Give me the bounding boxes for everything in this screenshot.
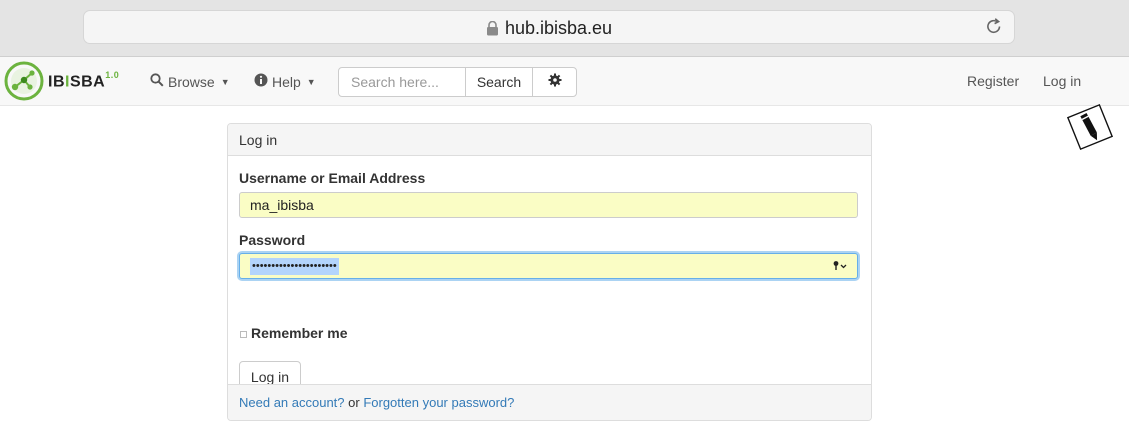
login-panel: Log in Username or Email Address Passwor…: [227, 123, 872, 421]
key-dropdown-icon[interactable]: [833, 259, 847, 275]
help-label: Help: [272, 73, 301, 90]
info-icon: [254, 73, 268, 90]
url-text: hub.ibisba.eu: [504, 18, 613, 38]
url-display[interactable]: hub.ibisba.eu: [84, 18, 1014, 41]
panel-heading: Log in: [228, 124, 871, 156]
need-account-link[interactable]: Need an account?: [239, 395, 345, 410]
remember-label[interactable]: Remember me: [251, 325, 348, 341]
caret-down-icon: ▼: [306, 76, 316, 87]
brand-version: 1.0: [105, 70, 120, 80]
brand-prefix: IB: [48, 73, 65, 91]
remember-checkbox[interactable]: [240, 331, 247, 338]
panel-footer: Need an account? or Forgotten your passw…: [228, 384, 871, 420]
lock-icon: [486, 20, 499, 41]
reload-icon[interactable]: [984, 17, 1004, 42]
browser-chrome: hub.ibisba.eu: [0, 0, 1129, 57]
username-field[interactable]: [239, 192, 858, 218]
forgot-password-link[interactable]: Forgotten your password?: [363, 395, 514, 410]
gear-icon: [548, 73, 562, 92]
browse-label: Browse: [168, 73, 215, 90]
caret-down-icon: ▼: [220, 76, 230, 87]
password-label: Password: [239, 232, 306, 248]
edit-pencil-icon: [1062, 99, 1118, 155]
settings-button[interactable]: [532, 67, 577, 97]
password-masked-value: ••••••••••••••••••••••: [250, 258, 339, 275]
address-bar[interactable]: hub.ibisba.eu: [83, 10, 1015, 44]
help-menu[interactable]: Help ▼: [254, 73, 316, 90]
footer-or-text: or: [344, 395, 364, 410]
username-label: Username or Email Address: [239, 170, 426, 186]
login-link[interactable]: Log in: [1043, 73, 1081, 89]
search-button[interactable]: Search: [465, 67, 533, 97]
search-input[interactable]: [338, 67, 466, 97]
browse-menu[interactable]: Browse ▼: [150, 73, 230, 90]
ibisba-logo[interactable]: [4, 61, 44, 101]
search-icon: [150, 73, 164, 90]
site-navbar: IBISBA1.0 Browse ▼ Help ▼ Search here...…: [0, 57, 1129, 106]
register-link[interactable]: Register: [967, 73, 1019, 89]
brand-name[interactable]: IBISBA1.0: [48, 70, 120, 91]
login-form: Username or Email Address Password •••••…: [228, 156, 871, 392]
password-field[interactable]: ••••••••••••••••••••••: [239, 253, 858, 279]
brand-suffix: SBA: [69, 73, 106, 91]
